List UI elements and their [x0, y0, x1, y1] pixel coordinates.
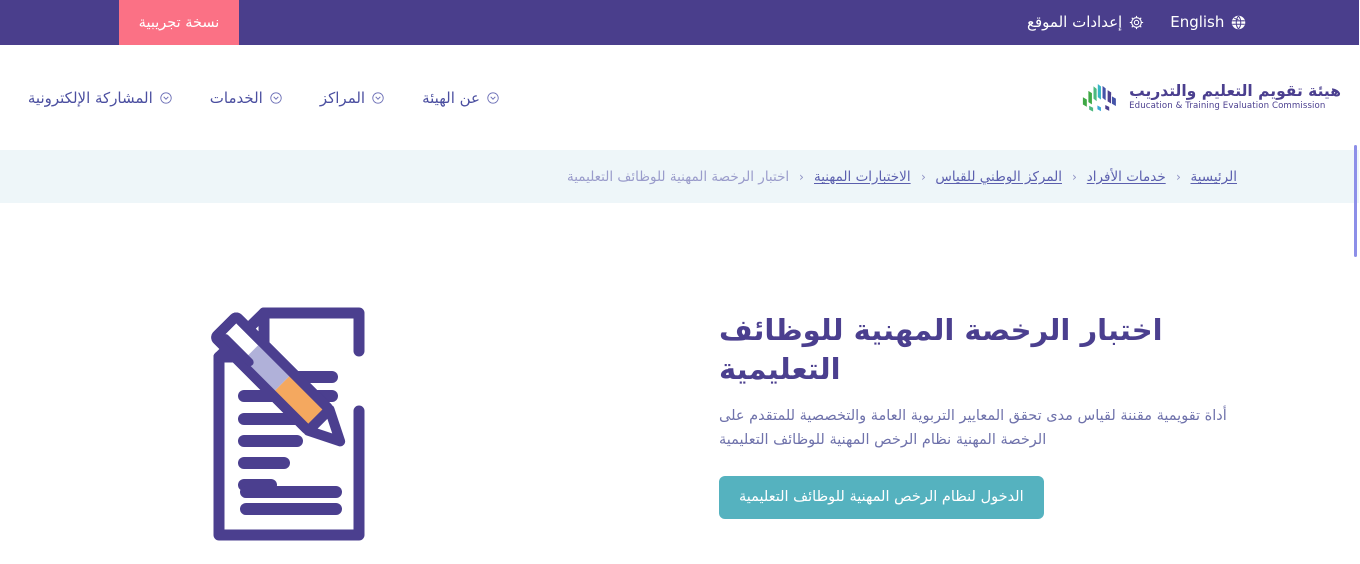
- breadcrumb-item-individual-services[interactable]: خدمات الأفراد: [1088, 169, 1167, 185]
- breadcrumb-separator-icon: ›: [1176, 169, 1182, 184]
- language-switch-label: English: [1171, 13, 1226, 31]
- nav-links: عن الهيئة المراكز الخدمات المشاركة الإلك…: [20, 89, 1060, 107]
- page-title: اختبار الرخصة المهنية للوظائف التعليمية: [720, 313, 1164, 386]
- chevron-down-icon: [271, 91, 283, 104]
- logo-text: هيئة تقويم التعليم والتدريب Education & …: [1130, 82, 1342, 112]
- site-settings-link[interactable]: إعدادات الموقع: [1028, 15, 1145, 30]
- hero-illustration: [165, 291, 427, 541]
- nav-item-e-participation[interactable]: المشاركة الإلكترونية: [29, 89, 173, 107]
- logo-mark-icon: [1078, 80, 1122, 116]
- site-logo[interactable]: هيئة تقويم التعليم والتدريب Education & …: [1078, 80, 1342, 116]
- demo-version-badge[interactable]: نسخة تجريبية: [120, 0, 240, 45]
- chevron-down-icon: [161, 91, 173, 104]
- hero-description: أداة تقويمية مقننة لقياس مدى تحقق المعاي…: [720, 408, 1228, 448]
- breadcrumb-item-national-assessment-center[interactable]: المركز الوطني للقياس: [936, 169, 1063, 185]
- breadcrumb-item-current: اختبار الرخصة المهنية للوظائف التعليمية: [568, 168, 791, 185]
- chevron-down-icon: [488, 91, 500, 104]
- hero-section: اختبار الرخصة المهنية للوظائف التعليمية …: [0, 203, 1360, 564]
- nav-item-about[interactable]: عن الهيئة: [423, 89, 500, 107]
- breadcrumb-separator-icon: ›: [921, 169, 927, 184]
- logo-english-name: Education & Training Evaluation Commissi…: [1130, 100, 1327, 111]
- language-switch-link[interactable]: English: [1171, 15, 1247, 30]
- nav-item-label: الخدمات: [210, 88, 264, 107]
- enter-licensing-system-button[interactable]: الدخول لنظام الرخص المهنية للوظائف التعل…: [720, 476, 1045, 520]
- breadcrumb-separator-icon: ›: [1072, 169, 1078, 184]
- globe-icon: [1232, 15, 1247, 30]
- top-utility-links: English إعدادات الموقع: [1028, 0, 1247, 45]
- site-settings-label: إعدادات الموقع: [1028, 13, 1124, 31]
- top-utility-bar: English إعدادات الموقع نسخة تجريبية: [0, 0, 1360, 45]
- chevron-down-icon: [373, 91, 385, 104]
- nav-item-label: المشاركة الإلكترونية: [28, 88, 154, 107]
- breadcrumb-item-home[interactable]: الرئيسية: [1192, 169, 1239, 185]
- breadcrumb: الرئيسية › خدمات الأفراد › المركز الوطني…: [568, 169, 1238, 185]
- page-root: English إعدادات الموقع نسخة تجريبية هيئة…: [0, 0, 1360, 564]
- main-navigation-bar: هيئة تقويم التعليم والتدريب Education & …: [0, 45, 1360, 150]
- nav-item-label: المراكز: [320, 88, 367, 107]
- scrollbar-thumb[interactable]: [1355, 145, 1358, 257]
- nav-item-label: عن الهيئة: [423, 88, 481, 107]
- logo-arabic-name: هيئة تقويم التعليم والتدريب: [1130, 82, 1342, 101]
- breadcrumb-separator-icon: ›: [800, 169, 805, 184]
- breadcrumb-band: الرئيسية › خدمات الأفراد › المركز الوطني…: [0, 150, 1360, 203]
- hero-text-block: اختبار الرخصة المهنية للوظائف التعليمية …: [720, 311, 1240, 520]
- page-scrollbar[interactable]: [1352, 0, 1360, 564]
- nav-item-centers[interactable]: المراكز: [321, 89, 385, 107]
- gear-icon: [1130, 15, 1145, 30]
- breadcrumb-item-professional-tests[interactable]: الاختبارات المهنية: [815, 169, 912, 185]
- nav-item-services[interactable]: الخدمات: [211, 89, 283, 107]
